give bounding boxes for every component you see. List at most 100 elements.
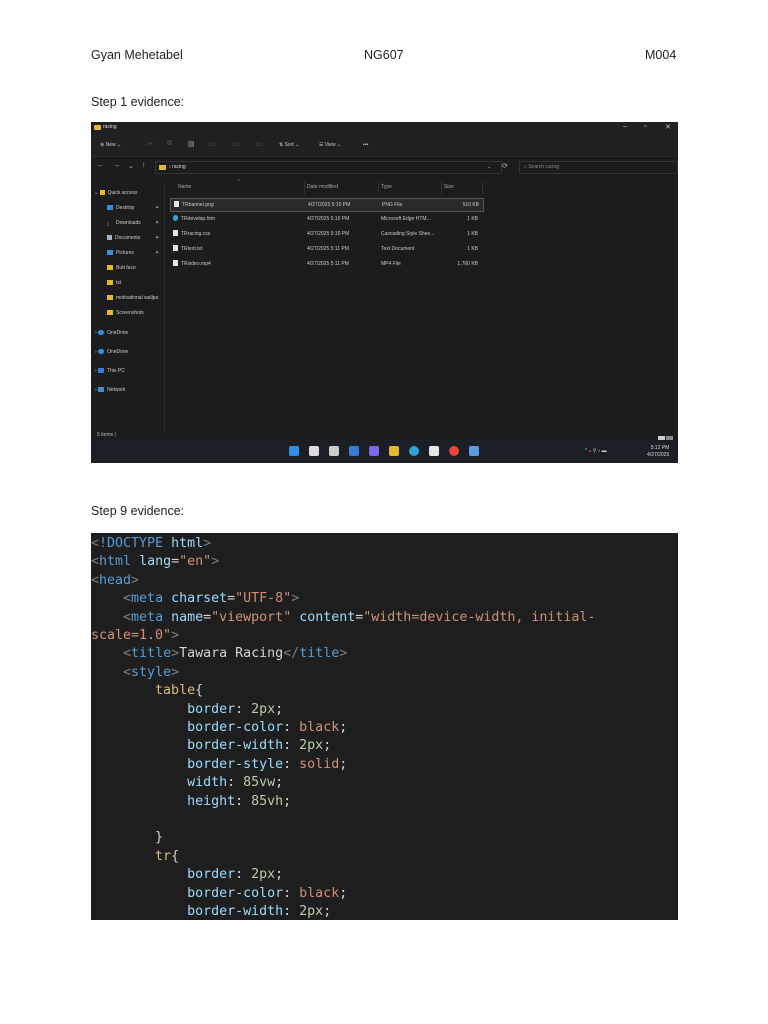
search-input[interactable]: ⌕ Search racing xyxy=(519,161,678,174)
share-icon[interactable]: ▭ xyxy=(233,140,240,148)
desktop-icon xyxy=(107,205,113,210)
code-token: charset xyxy=(171,591,228,607)
code-line: } xyxy=(91,829,163,847)
code-token: head xyxy=(99,572,132,588)
folder-icon xyxy=(94,125,101,130)
sidebar-item-txt[interactable]: txt xyxy=(107,280,121,286)
up-arrow-icon[interactable]: ↑ xyxy=(142,162,146,169)
file-row[interactable]: TRbanner.png 4/27/2025 5:10 PM PNG File … xyxy=(170,198,484,212)
code-token: = xyxy=(171,554,180,570)
sidebar-item-butt-face[interactable]: Butt face xyxy=(107,265,136,271)
sidebar-item-motivational-wallpaper[interactable]: motivational wallpa xyxy=(107,295,158,301)
navigation-pane: ⌄ Quick access Desktop ✦ ⤓ Downloads ✦ Do… xyxy=(91,184,165,434)
step-9-label: Step 9 evidence: xyxy=(91,504,185,518)
tray-icons[interactable]: ^ ▴ ⚲ ♪ ▬ xyxy=(585,448,607,454)
column-header-size[interactable]: Size xyxy=(444,184,454,190)
code-token: < xyxy=(123,664,132,680)
course-code: NG607 xyxy=(364,48,404,62)
search-icon[interactable] xyxy=(309,446,319,456)
code-line: <meta name="viewport" content="width=dev… xyxy=(91,609,595,627)
forward-arrow-icon[interactable]: → xyxy=(113,162,120,169)
column-header-type[interactable]: Type xyxy=(381,184,392,190)
sidebar-item-quick-access[interactable]: ⌄ Quick access xyxy=(94,190,137,196)
code-token: > xyxy=(171,628,180,643)
code-token: ; xyxy=(283,793,292,809)
code-token: meta xyxy=(131,609,164,625)
sort-button[interactable]: ⇅ Sort ⌄ xyxy=(279,142,299,148)
delete-icon[interactable]: ▭ xyxy=(256,140,263,148)
code-token: { xyxy=(195,683,204,699)
code-line: <!DOCTYPE html> xyxy=(91,535,211,553)
sidebar-item-documents[interactable]: Documents xyxy=(107,235,140,241)
app-icon[interactable] xyxy=(469,446,479,456)
sidebar-item-network[interactable]: › Network xyxy=(95,387,125,393)
sidebar-item-screenshots[interactable]: Screenshots xyxy=(107,310,144,316)
status-bar: 5 items | xyxy=(97,432,116,438)
column-divider xyxy=(304,182,305,194)
code-token: : xyxy=(235,793,252,809)
column-header-date[interactable]: Date modified xyxy=(307,184,338,190)
code-token: lang xyxy=(139,554,172,570)
search-placeholder: ⌕ Search racing xyxy=(524,164,560,170)
close-icon[interactable]: ✕ xyxy=(665,123,671,131)
start-icon[interactable] xyxy=(289,446,299,456)
view-button[interactable]: ☰ View ⌄ xyxy=(319,142,341,148)
code-token: > xyxy=(203,536,212,551)
code-token: 2px xyxy=(251,867,276,883)
address-bar[interactable]: › racing xyxy=(155,161,502,174)
maximize-icon[interactable]: ▫ xyxy=(644,123,646,130)
recent-locations-icon[interactable]: ⌄ xyxy=(128,162,134,170)
widgets-icon[interactable] xyxy=(349,446,359,456)
code-token: style xyxy=(131,664,172,680)
chrome-icon[interactable] xyxy=(449,446,459,456)
file-row[interactable]: TRvideo.mp4 4/27/2025 5:11 PM MP4 File 1… xyxy=(170,258,482,270)
cut-icon[interactable]: ✂ xyxy=(147,140,153,148)
back-arrow-icon[interactable]: ← xyxy=(97,162,104,169)
edge-icon[interactable] xyxy=(409,446,419,456)
column-header-name[interactable]: Name xyxy=(178,184,191,190)
refresh-icon[interactable]: ⟳ xyxy=(502,162,508,170)
pin-icon: ✦ xyxy=(155,235,160,241)
file-row[interactable]: TRtext.txt 4/27/2025 5:11 PM Text Docume… xyxy=(170,243,482,255)
code-token: html xyxy=(99,554,132,570)
new-button[interactable]: ⊕ New ⌄ xyxy=(100,142,121,148)
code-token: border-color xyxy=(187,885,284,901)
sidebar-item-desktop[interactable]: Desktop xyxy=(107,205,134,211)
code-token: html xyxy=(171,536,204,551)
code-token: < xyxy=(91,554,100,570)
file-row[interactable]: TRdevelop.htm 4/27/2025 5:10 PM Microsof… xyxy=(170,213,482,225)
code-line: table{ xyxy=(91,682,203,700)
code-token: title xyxy=(299,646,340,662)
notepad-icon[interactable] xyxy=(429,446,439,456)
sidebar-item-onedrive[interactable]: › OneDrive xyxy=(95,330,128,336)
code-token: scale=1.0" xyxy=(91,628,172,643)
chat-icon[interactable] xyxy=(369,446,379,456)
code-line: height: 85vh; xyxy=(91,793,291,811)
file-explorer-icon[interactable] xyxy=(389,446,399,456)
command-bar: ⊕ New ⌄ ✂ ⧉ ▤ ▭ ▭ ▭ ⇅ Sort ⌄ ☰ View ⌄ ••… xyxy=(91,136,678,157)
dropdown-icon[interactable]: ⌄ xyxy=(487,164,491,170)
sidebar-item-downloads[interactable]: ⤓ Downloads xyxy=(107,220,141,227)
file-row[interactable]: TRracing.css 4/27/2025 5:10 PM Cascading… xyxy=(170,228,482,240)
system-clock[interactable]: 5:12 PM 4/27/2025 xyxy=(647,445,669,459)
rename-icon[interactable]: ▭ xyxy=(209,140,216,148)
sidebar-item-onedrive-2[interactable]: › OneDrive xyxy=(95,349,128,355)
code-line: border-style: solid; xyxy=(91,756,347,774)
code-line: border-width: 2px; xyxy=(91,737,331,755)
sidebar-item-this-pc[interactable]: › This PC xyxy=(95,368,125,374)
code-token: : xyxy=(235,701,252,717)
file-name: TRracing.css xyxy=(181,231,211,237)
copy-icon[interactable]: ⧉ xyxy=(167,140,172,148)
more-options-button[interactable]: ••• xyxy=(363,142,368,148)
paste-icon[interactable]: ▤ xyxy=(188,140,195,148)
code-token: > xyxy=(171,664,180,680)
task-view-icon[interactable] xyxy=(329,446,339,456)
navigation-row: ← → ⌄ ↑ › racing ⌄ ⟳ ⌕ Search racing xyxy=(91,160,678,174)
minimize-icon[interactable]: – xyxy=(623,123,627,130)
sidebar-item-pictures[interactable]: Pictures xyxy=(107,250,134,256)
